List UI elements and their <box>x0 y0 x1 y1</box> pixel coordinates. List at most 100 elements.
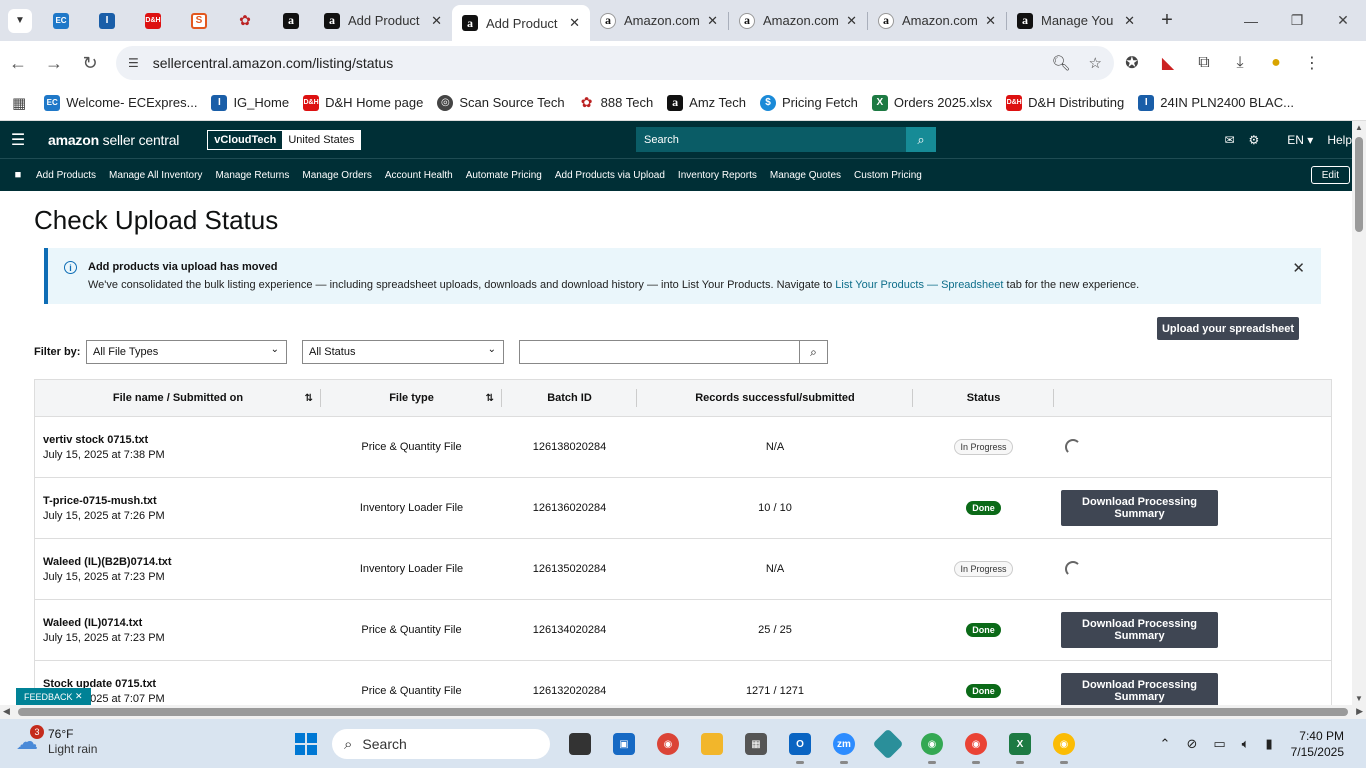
start-button[interactable] <box>295 733 317 755</box>
apps-grid-icon[interactable]: ▦ <box>12 94 26 112</box>
bookmark-item[interactable]: EC Welcome- ECExpres... <box>44 94 197 111</box>
close-window-icon[interactable]: ✕ <box>1320 0 1366 41</box>
upload-spreadsheet-button[interactable]: Upload your spreadsheet <box>1157 317 1299 340</box>
zoom-app-icon[interactable]: zm <box>822 728 866 764</box>
nav-add-products-via-upload[interactable]: Add Products via Upload <box>555 170 665 181</box>
account-switcher[interactable]: vCloudTech United States <box>207 129 362 150</box>
bookmark-item[interactable]: ◎ Scan Source Tech <box>437 94 565 111</box>
download-summary-button[interactable]: Download Processing Summary <box>1061 612 1218 648</box>
gear-icon[interactable]: ⚙ <box>1249 133 1260 147</box>
calculator-icon[interactable]: ▦ <box>734 728 778 760</box>
bookmark-star-icon[interactable]: ☆ <box>1089 54 1102 72</box>
close-icon[interactable]: ✕ <box>1124 13 1135 29</box>
browser-menu-icon[interactable]: ⋮ <box>1294 53 1330 73</box>
monitor-icon[interactable]: ▭ <box>1213 736 1225 752</box>
nav-manage-returns[interactable]: Manage Returns <box>215 170 289 181</box>
excel-icon[interactable]: X <box>998 728 1042 764</box>
pinned-tab-swirl[interactable]: S <box>176 5 222 37</box>
browser-tab-2[interactable]: a Amazon.com ✕ <box>590 5 728 37</box>
network-off-icon[interactable]: ⊘ <box>1186 736 1197 752</box>
chrome-icon[interactable]: ◉ <box>646 728 690 760</box>
task-view-icon[interactable] <box>558 728 602 760</box>
file-explorer-icon[interactable] <box>690 728 734 760</box>
language-selector[interactable]: EN ▾ <box>1273 133 1313 147</box>
scroll-up-icon[interactable]: ▲ <box>1355 123 1363 132</box>
download-icon[interactable]: ⤓ <box>1222 54 1258 72</box>
bookmark-icon[interactable]: ■ <box>0 169 36 181</box>
scroll-left-icon[interactable]: ◀ <box>3 706 10 717</box>
address-bar[interactable]: ☰ sellercentral.amazon.com/listing/statu… <box>116 46 1114 80</box>
restore-icon[interactable]: ❐ <box>1274 0 1320 41</box>
forward-icon[interactable]: → <box>36 53 72 74</box>
browser-tab-3[interactable]: a Amazon.com ✕ <box>729 5 867 37</box>
bookmark-item[interactable]: ✿ 888 Tech <box>579 94 653 111</box>
close-icon[interactable]: ✕ <box>569 15 580 31</box>
pinned-tab-ec[interactable]: EC <box>38 5 84 37</box>
status-filter[interactable]: All Status ⌄ <box>302 340 504 364</box>
help-link[interactable]: Help <box>1327 133 1352 147</box>
chrome-profile-icon[interactable]: ◉ <box>910 728 954 764</box>
search-icon[interactable]: ⌕ <box>799 341 827 363</box>
scroll-right-icon[interactable]: ▶ <box>1356 706 1363 717</box>
chrome-profile-icon[interactable]: ◉ <box>954 728 998 764</box>
feedback-button[interactable]: FEEDBACK ✕ <box>16 688 91 705</box>
site-info-icon[interactable]: ☰ <box>128 56 139 70</box>
outlook-icon[interactable]: O <box>778 728 822 764</box>
close-icon[interactable]: ✕ <box>846 13 857 29</box>
back-icon[interactable]: ← <box>0 53 36 74</box>
nav-custom-pricing[interactable]: Custom Pricing <box>854 170 922 181</box>
profile-avatar-icon[interactable]: ● <box>1258 54 1294 72</box>
nav-manage-quotes[interactable]: Manage Quotes <box>770 170 841 181</box>
pinned-tab-dh[interactable]: D&H <box>130 5 176 37</box>
header-file-name[interactable]: File name / Submitted on ⇅ <box>35 380 321 416</box>
scrollbar-thumb[interactable] <box>18 708 1348 716</box>
download-summary-button[interactable]: Download Processing Summary <box>1061 673 1218 705</box>
bookmark-item[interactable]: X Orders 2025.xlsx <box>871 94 992 111</box>
bookmark-item[interactable]: I 24IN PLN2400 BLAC... <box>1138 94 1294 111</box>
extensions-puzzle-icon[interactable]: ⧉ <box>1186 54 1222 72</box>
browser-tab-5[interactable]: a Manage You ✕ <box>1007 5 1145 37</box>
battery-icon[interactable]: ▮ <box>1265 736 1272 752</box>
clock[interactable]: 7:40 PM 7/15/2025 <box>1291 728 1344 760</box>
file-search-input[interactable] <box>520 341 799 363</box>
list-your-products-link[interactable]: List Your Products — Spreadsheet <box>835 279 1003 291</box>
browser-tab-4[interactable]: a Amazon.com ✕ <box>868 5 1006 37</box>
hamburger-menu-icon[interactable]: ☰ <box>0 130 36 150</box>
scroll-down-icon[interactable]: ▼ <box>1355 694 1363 703</box>
pinned-tab-amazon[interactable]: a <box>268 5 314 37</box>
chrome-profile-icon[interactable]: ◉ <box>1042 728 1086 764</box>
nav-account-health[interactable]: Account Health <box>385 170 453 181</box>
close-icon[interactable]: ✕ <box>707 13 718 29</box>
browser-tab-0[interactable]: a Add Product ✕ <box>314 5 452 37</box>
browser-tab-1[interactable]: a Add Product ✕ <box>452 5 590 41</box>
extension-icon[interactable]: ✪ <box>1114 53 1150 73</box>
dismiss-alert-icon[interactable]: ✕ <box>1292 259 1305 277</box>
file-type-filter[interactable]: All File Types ⌄ <box>86 340 287 364</box>
new-tab-button[interactable]: + <box>1153 9 1181 32</box>
sort-icon[interactable]: ⇅ <box>305 393 313 404</box>
seller-central-logo[interactable]: amazon seller central <box>48 132 179 148</box>
close-icon[interactable]: ✕ <box>985 13 996 29</box>
taskbar-search[interactable]: ⌕ Search <box>332 729 550 759</box>
app-diamond-icon[interactable] <box>866 728 910 760</box>
store-icon[interactable]: ▣ <box>602 728 646 760</box>
header-file-type[interactable]: File type ⇅ <box>321 380 502 416</box>
nav-add-products[interactable]: Add Products <box>36 170 96 181</box>
volume-icon[interactable]: 🔈︎ <box>1242 736 1250 752</box>
mail-icon[interactable]: ✉ <box>1224 133 1234 147</box>
weather-widget[interactable]: ☁ 3 76°F Light rain <box>16 725 97 757</box>
nav-automate-pricing[interactable]: Automate Pricing <box>466 170 542 181</box>
horizontal-scrollbar[interactable]: ◀ ▶ <box>0 705 1366 719</box>
nav-manage-all-inventory[interactable]: Manage All Inventory <box>109 170 202 181</box>
pinned-tab-tech[interactable]: ✿ <box>222 5 268 37</box>
nav-inventory-reports[interactable]: Inventory Reports <box>678 170 757 181</box>
close-icon[interactable]: ✕ <box>431 13 442 29</box>
download-summary-button[interactable]: Download Processing Summary <box>1061 490 1218 526</box>
pinned-tab-ig[interactable]: I <box>84 5 130 37</box>
sort-icon[interactable]: ⇅ <box>486 393 494 404</box>
bookmark-item[interactable]: I IG_Home <box>211 94 289 111</box>
vertical-scrollbar[interactable]: ▲ ▼ <box>1352 121 1366 705</box>
minimize-icon[interactable]: — <box>1228 0 1274 41</box>
bookmark-item[interactable]: $ Pricing Fetch <box>760 94 858 111</box>
reload-icon[interactable]: ↻ <box>72 53 108 74</box>
